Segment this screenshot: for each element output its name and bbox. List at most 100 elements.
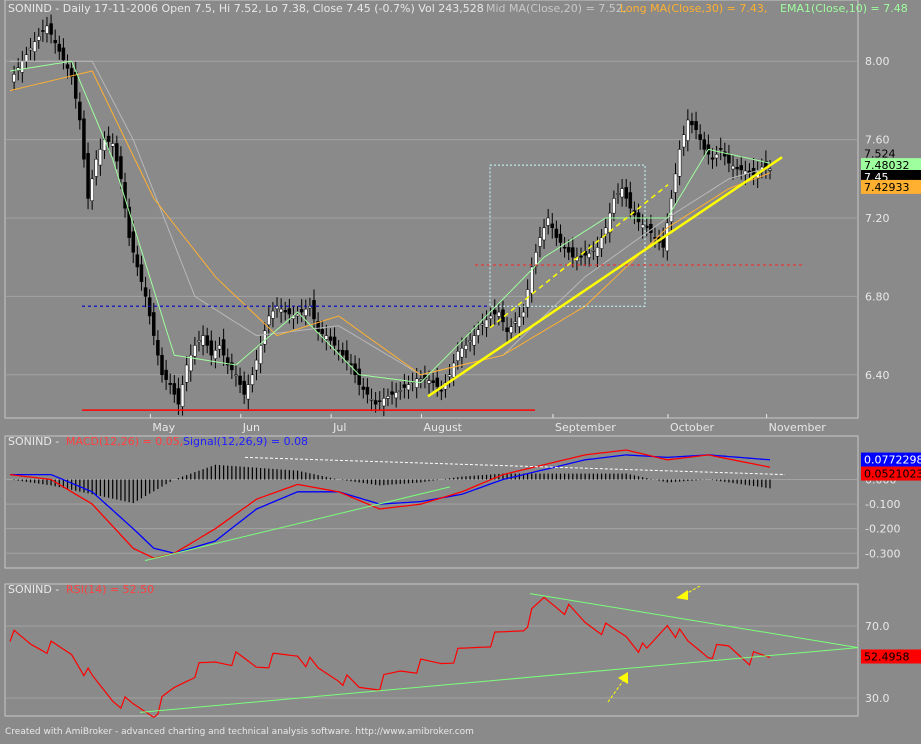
candle-down <box>160 354 164 376</box>
candle-up <box>324 335 329 340</box>
candle-up <box>213 350 218 359</box>
candle-down <box>299 309 304 313</box>
candle-up <box>468 340 472 343</box>
candle-down <box>205 335 209 346</box>
candle-up <box>484 319 489 328</box>
candle-down <box>431 380 435 383</box>
candle-up <box>24 54 29 62</box>
ema10-label: EMA1(Close,10) = 7.48 <box>780 2 908 15</box>
candle-up <box>714 154 719 159</box>
candle-up <box>382 398 386 407</box>
candle-down <box>73 71 78 99</box>
candle-down <box>312 300 316 320</box>
candle-up <box>447 374 452 378</box>
candle-down <box>365 386 370 395</box>
candle-down <box>287 308 292 315</box>
candle-down <box>172 383 177 395</box>
candle-up <box>28 47 33 51</box>
candle-down <box>143 287 148 297</box>
candle-down <box>336 349 341 352</box>
candle-down <box>698 134 702 140</box>
candle-up <box>538 237 542 247</box>
candle-up <box>542 227 546 241</box>
candle-up <box>295 313 300 317</box>
price-y-tick-label: 7.60 <box>865 134 890 147</box>
candle-down <box>505 327 509 332</box>
candle-up <box>267 315 271 326</box>
candle-down <box>636 212 641 223</box>
candle-up <box>32 41 37 52</box>
candle-up <box>250 374 255 385</box>
candle-down <box>176 388 181 405</box>
candle-down <box>57 43 62 52</box>
price-title: SONIND - Daily 17-11-2006 Open 7.5, Hi 7… <box>8 2 484 15</box>
candle-down <box>550 223 555 229</box>
candle-down <box>168 382 172 385</box>
candle-down <box>283 310 287 313</box>
candle-down <box>439 389 444 392</box>
candle-up <box>451 362 456 378</box>
candle-down <box>702 139 707 150</box>
macd-label: MACD(12,26) = 0.05, <box>66 435 183 448</box>
candle-down <box>562 246 567 249</box>
candle-down <box>718 148 723 150</box>
candle-down <box>221 339 226 356</box>
candle-up <box>271 310 275 319</box>
candle-down <box>209 340 214 356</box>
candle-up <box>546 217 550 226</box>
candle-up <box>110 143 115 147</box>
candle-up <box>686 119 690 141</box>
candle-up <box>94 158 99 177</box>
month-label: Jun <box>242 421 260 434</box>
candle-down <box>390 391 394 395</box>
candle-down <box>320 329 324 334</box>
candle-down <box>135 254 140 268</box>
candle-down <box>361 386 366 390</box>
candle-up <box>98 149 103 166</box>
macd-signal-value: 0.0772298 <box>864 454 921 467</box>
candle-down <box>554 228 559 238</box>
candle-up <box>90 178 94 202</box>
candle-down <box>628 192 633 209</box>
month-label: August <box>424 421 463 434</box>
candle-down <box>710 157 715 160</box>
price-y-tick-label: 6.40 <box>865 369 890 382</box>
candle-down <box>119 156 123 180</box>
candle-down <box>106 135 111 142</box>
candle-down <box>735 166 739 170</box>
chart-canvas: 8.00 7.60 7.20 6.80 6.40 May Jun Jul August Septe… <box>4 0 921 737</box>
candle-down <box>115 143 119 162</box>
candle-up <box>279 308 283 313</box>
candle-up <box>509 326 513 334</box>
candle-up <box>262 330 267 345</box>
candle-down <box>242 380 246 395</box>
candle-up <box>419 378 423 381</box>
candle-up <box>673 173 678 193</box>
candle-down <box>41 30 45 32</box>
candle-down <box>566 247 571 253</box>
candle-down <box>645 225 649 229</box>
candle-up <box>603 227 608 235</box>
candle-down <box>558 233 563 243</box>
candle-down <box>156 340 160 356</box>
candle-down <box>435 377 439 387</box>
candle-up <box>513 321 518 324</box>
candle-down <box>493 309 497 315</box>
candle-up <box>406 384 411 391</box>
candle-up <box>20 60 25 73</box>
candle-up <box>184 364 189 383</box>
candle-down <box>131 231 135 253</box>
candle-up <box>517 316 522 327</box>
footer-text: Created with AmiBroker - advanced charti… <box>5 727 474 737</box>
candle-up <box>180 384 185 407</box>
rsi-panel <box>4 583 859 717</box>
candle-up <box>456 351 460 361</box>
candle-up <box>37 36 41 41</box>
candle-down <box>694 121 698 131</box>
candle-up <box>595 247 600 257</box>
candle-up <box>234 374 238 377</box>
candle-up <box>12 74 16 83</box>
candle-down <box>571 247 575 258</box>
ma20-label: Mid MA(Close,20) = 7.52, <box>486 2 626 15</box>
candle-down <box>61 47 66 61</box>
